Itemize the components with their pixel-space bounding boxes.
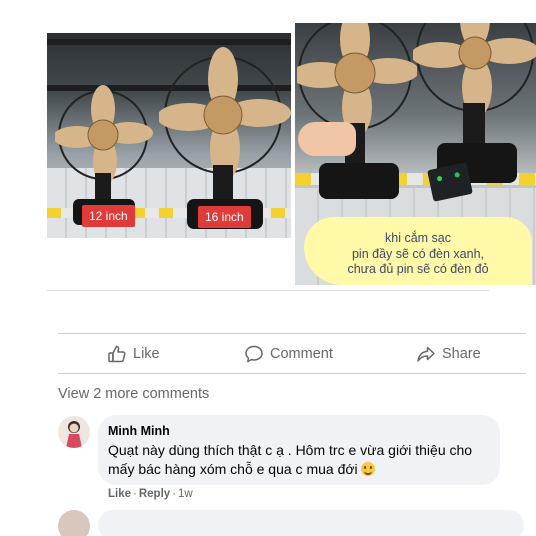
comment-text: Quạt này dùng thích thật c ạ . Hôm trc e… — [108, 442, 473, 477]
view-more-comments-link[interactable]: View 2 more comments — [58, 386, 209, 402]
comment-label: Comment — [270, 346, 333, 362]
divider — [47, 290, 489, 291]
hand-image — [298, 122, 356, 156]
divider — [58, 373, 526, 374]
caption-line: khi cắm sạc — [385, 231, 451, 245]
size-badge-16-inch: 16 inch — [198, 206, 251, 228]
comment-bubble — [98, 510, 524, 536]
share-arrow-icon — [416, 344, 436, 364]
comment-author-name[interactable]: Minh Minh — [108, 423, 490, 439]
size-badge-12-inch: 12 inch — [82, 205, 135, 227]
like-label: Like — [133, 346, 160, 362]
photo-caption-bubble: khi cắm sạc pin đầy sẽ có đèn xanh, chưa… — [304, 217, 532, 285]
comment-button[interactable]: Comment — [244, 341, 333, 367]
share-label: Share — [442, 346, 481, 362]
avatar[interactable] — [58, 416, 90, 448]
comment-bubble: Minh Minh Quạt này dùng thích thật c ạ .… — [98, 415, 500, 485]
share-button[interactable]: Share — [416, 341, 481, 367]
comment-like-link[interactable]: Like — [108, 488, 131, 500]
grinning-face-icon — [360, 462, 375, 476]
like-button[interactable]: Like — [107, 341, 160, 367]
divider — [58, 333, 526, 334]
fan-right-image — [413, 23, 536, 193]
caption-line: pin đầy sẽ có đèn xanh, — [351, 246, 485, 261]
comment-icon — [244, 344, 264, 364]
comment-timestamp[interactable]: 1w — [178, 488, 193, 500]
avatar[interactable] — [58, 510, 90, 536]
fan-16-inch-image — [159, 35, 291, 235]
thumbs-up-icon — [107, 344, 127, 364]
fan-left-image — [297, 23, 417, 203]
comment-reply-link[interactable]: Reply — [139, 488, 170, 500]
caption-line: chưa đủ pin sẽ có đèn đỏ — [347, 262, 489, 276]
comment-actions: Like · Reply · 1w — [108, 488, 193, 500]
